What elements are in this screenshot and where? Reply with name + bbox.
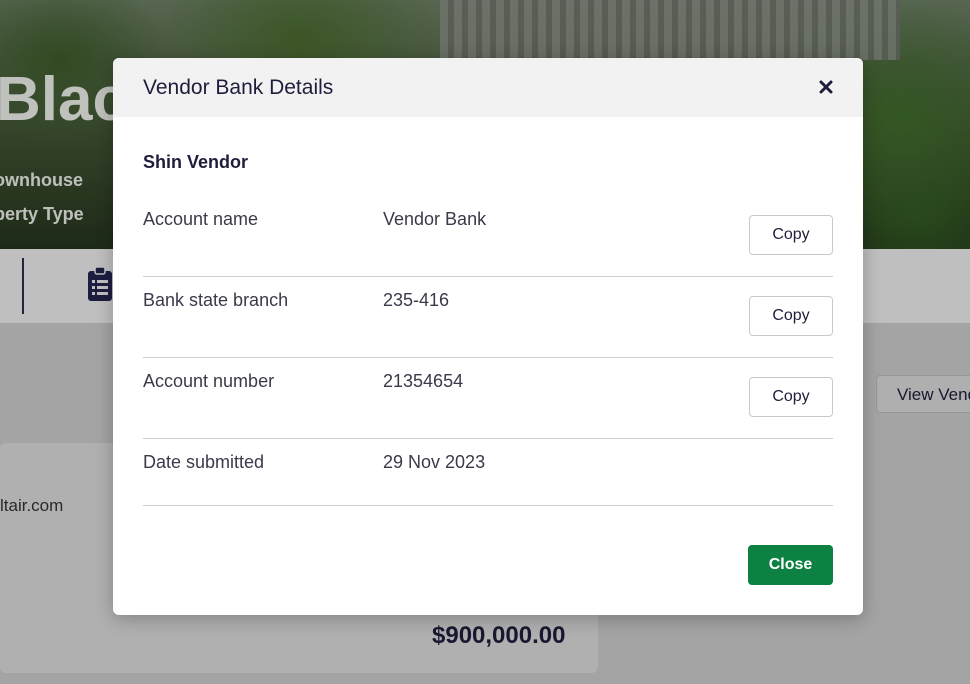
modal-header: Vendor Bank Details bbox=[113, 58, 863, 117]
bsb-row: Bank state branch 235-416 Copy bbox=[143, 277, 833, 358]
account-number-row: Account number 21354654 Copy bbox=[143, 358, 833, 439]
copy-bsb-button[interactable]: Copy bbox=[749, 296, 833, 336]
modal-title: Vendor Bank Details bbox=[143, 76, 334, 99]
close-button[interactable]: Close bbox=[748, 545, 833, 585]
account-name-row: Account name Vendor Bank Copy bbox=[143, 196, 833, 277]
copy-account-name-button[interactable]: Copy bbox=[749, 215, 833, 255]
vendor-bank-details-modal: Vendor Bank Details Shin Vendor Account … bbox=[113, 58, 863, 615]
bsb-value: 235-416 bbox=[383, 290, 450, 310]
close-icon[interactable] bbox=[814, 75, 838, 99]
copy-account-number-button[interactable]: Copy bbox=[749, 377, 833, 417]
account-number-label: Account number bbox=[143, 371, 275, 391]
account-number-value: 21354654 bbox=[383, 371, 464, 391]
account-name-label: Account name bbox=[143, 209, 259, 229]
vendor-name: Shin Vendor bbox=[143, 152, 249, 172]
page: Blac ownhouse perty Type ltair.com $900,… bbox=[0, 0, 970, 684]
date-submitted-label: Date submitted bbox=[143, 452, 265, 472]
date-submitted-row: Date submitted 29 Nov 2023 bbox=[143, 439, 833, 506]
date-submitted-value: 29 Nov 2023 bbox=[383, 452, 486, 472]
bsb-label: Bank state branch bbox=[143, 290, 289, 310]
account-name-value: Vendor Bank bbox=[383, 209, 487, 229]
